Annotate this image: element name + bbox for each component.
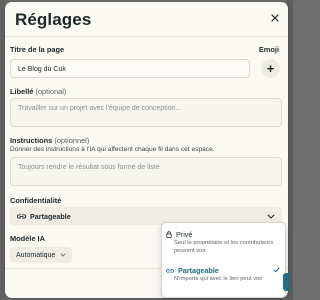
- instructions-textarea[interactable]: Toujours rendre le résultat sous forme d…: [10, 157, 282, 186]
- page-title-input[interactable]: Le Blog du Cuk: [10, 59, 250, 78]
- page-title-label: Titre de la page: [10, 45, 65, 54]
- add-emoji-button[interactable]: +: [261, 59, 280, 78]
- description-optional: (optional): [35, 87, 67, 96]
- close-icon[interactable]: [268, 11, 282, 25]
- description-textarea[interactable]: Travailler sur un projet avec l'équipe d…: [10, 98, 282, 127]
- link-icon: [17, 213, 26, 220]
- privacy-option-private[interactable]: Privé Seul le propriétaire et les contri…: [166, 230, 281, 256]
- description-label: Libellé (optional): [10, 87, 66, 96]
- instructions-help: Donner des instructions à l'IA qui affec…: [10, 146, 215, 153]
- lock-icon: [166, 231, 172, 238]
- privacy-option-description: Seul le propriétaire et les contributeur…: [174, 240, 274, 254]
- model-select[interactable]: Automatique: [10, 247, 73, 263]
- description-label-text: Libellé: [10, 87, 34, 96]
- dialog-title: Réglages: [15, 10, 92, 29]
- instructions-optional: (optionnel): [54, 136, 90, 145]
- chevron-down-icon: [267, 214, 275, 219]
- privacy-label: Confidentialité: [10, 196, 62, 205]
- privacy-option-label: Privé: [176, 230, 193, 239]
- save-button[interactable]: [283, 273, 289, 291]
- check-icon: [273, 267, 280, 273]
- model-selected-value: Automatique: [16, 251, 56, 259]
- instructions-label: Instructions (optionnel): [10, 136, 89, 145]
- privacy-dropdown-menu: Privé Seul le propriétaire et les contri…: [161, 222, 286, 298]
- privacy-selected-value: Partageable: [30, 211, 71, 221]
- privacy-option-description: N'importe qui avec le lien peut voir: [174, 276, 263, 282]
- instructions-label-text: Instructions: [10, 136, 53, 145]
- link-icon: [166, 268, 174, 274]
- emoji-label: Emoji: [258, 45, 279, 54]
- chevron-down-icon: [60, 253, 66, 257]
- header-divider: [5, 36, 288, 37]
- privacy-option-shareable[interactable]: Partageable N'importe qui avec le lien p…: [166, 266, 281, 284]
- privacy-option-label: Partageable: [178, 266, 219, 275]
- model-label: Modèle IA: [10, 234, 45, 243]
